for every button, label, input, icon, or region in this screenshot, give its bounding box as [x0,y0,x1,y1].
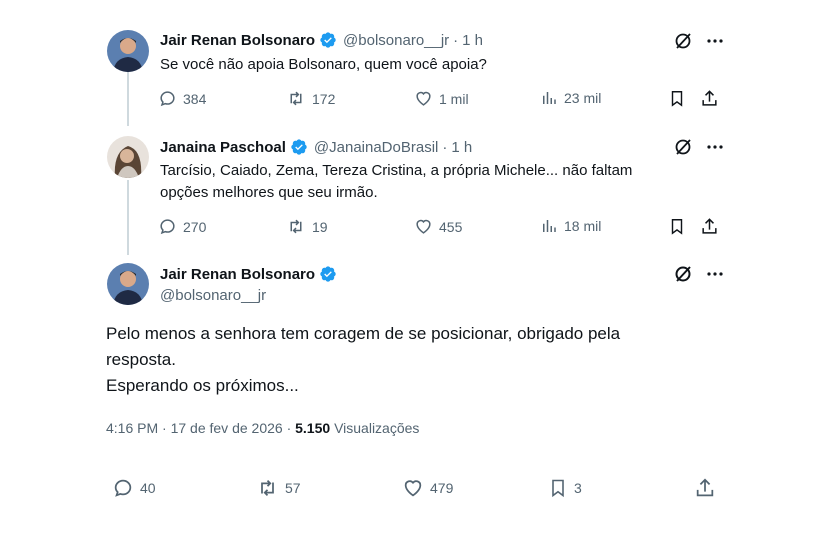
tweet-1-top-actions [673,31,725,51]
views-label: Visualizações [334,420,420,436]
analytics-icon [540,217,558,235]
author-name[interactable]: Jair Renan Bolsonaro [160,32,315,49]
tweet-2-text: Tarcísio, Caiado, Zema, Tereza Cristina,… [160,160,632,204]
tweet-2-text-line-1: Tarcísio, Caiado, Zema, Tereza Cristina,… [160,162,633,179]
share-button[interactable] [694,477,716,499]
main-tweet-text-line-2: resposta. [106,350,176,369]
tweet-1-text: Se você não apoia Bolsonaro, quem você a… [160,56,487,73]
bookmark-button[interactable] [668,217,686,236]
verified-badge-icon [290,138,308,156]
main-tweet-text-line-3: Esperando os próximos... [106,376,299,395]
like-button[interactable]: 455 [414,217,462,236]
reply-icon [158,217,177,236]
like-button[interactable]: 479 [402,477,453,499]
author-name[interactable]: Jair Renan Bolsonaro [160,266,315,283]
tweet-2-header: Janaina Paschoal @JanainaDoBrasil · 1 h [160,138,472,156]
retweet-count: 19 [312,218,328,235]
heart-icon [414,89,433,108]
tweet-time[interactable]: 1 h [451,139,472,156]
tweet-1-actions: 384 172 1 mil 23 mil [158,89,728,111]
views-count: 5.150 [295,420,331,436]
reply-count: 40 [140,480,156,496]
avatar-jair-renan[interactable] [107,30,149,72]
grok-icon[interactable] [673,31,693,51]
main-tweet-header: Jair Renan Bolsonaro [160,265,343,283]
tweet-2-top-actions [673,137,725,157]
author-handle[interactable]: @bolsonaro__jr [160,287,266,304]
heart-icon [414,217,433,236]
main-tweet-text: Pelo menos a senhora tem coragem de se p… [106,321,706,399]
separator-dot: · [453,31,459,49]
avatar-jair-renan-main[interactable] [107,263,149,305]
retweet-icon [256,477,279,499]
tweet-2-actions: 270 19 455 18 mil [158,217,728,239]
views-count: 18 mil [564,218,602,234]
share-button[interactable] [700,217,719,236]
main-tweet-handle-row: @bolsonaro__jr [160,287,266,304]
retweet-button[interactable]: 19 [286,217,328,236]
reply-icon [112,477,134,499]
main-tweet-meta: 4:16 PM · 17 de fev de 2026 · 5.150 Visu… [106,420,419,436]
share-icon [700,89,719,108]
bookmark-icon [668,217,686,236]
main-tweet-top-actions [673,264,725,284]
author-name[interactable]: Janaina Paschoal [160,139,286,156]
avatar-janaina[interactable] [107,136,149,178]
reply-count: 384 [183,90,207,107]
author-handle[interactable]: @JanainaDoBrasil [314,139,438,156]
main-tweet-text-line-1: Pelo menos a senhora tem coragem de se p… [106,324,621,343]
bookmark-count: 3 [574,480,582,496]
verified-badge-icon [319,265,337,283]
like-count: 455 [439,218,463,235]
grok-icon[interactable] [673,137,693,157]
bookmark-button[interactable] [668,89,686,108]
author-handle[interactable]: @bolsonaro__jr [343,32,449,49]
heart-icon [402,477,424,499]
more-icon[interactable] [705,137,725,157]
grok-icon[interactable] [673,264,693,284]
thread-line-1 [127,66,129,126]
separator-dot: · [442,138,448,156]
views-button[interactable]: 18 mil [540,217,601,235]
bookmark-icon [668,89,686,108]
reply-button[interactable]: 270 [158,217,206,236]
tweet-2-text-line-2: opções melhores que seu irmão. [160,184,378,201]
bookmark-button[interactable]: 3 [548,477,582,499]
tweet-time[interactable]: 1 h [462,32,483,49]
reply-button[interactable]: 40 [112,477,156,499]
reply-button[interactable]: 384 [158,89,206,108]
like-count: 1 mil [439,90,469,107]
reply-count: 270 [183,218,207,235]
like-count: 479 [430,480,454,496]
more-icon[interactable] [705,264,725,284]
analytics-icon [540,89,558,107]
share-icon [694,477,716,499]
main-tweet-actions: 40 57 479 3 [112,477,722,499]
retweet-count: 172 [312,90,336,107]
retweet-button[interactable]: 57 [256,477,301,499]
like-button[interactable]: 1 mil [414,89,469,108]
verified-badge-icon [319,31,337,49]
share-button[interactable] [700,89,719,108]
retweet-icon [286,89,306,108]
tweet-1-header: Jair Renan Bolsonaro @bolsonaro__jr · 1 … [160,31,483,49]
thread-line-2 [127,180,129,255]
timestamp[interactable]: 4:16 PM · 17 de fev de 2026 · [106,420,291,436]
share-icon [700,217,719,236]
views-count: 23 mil [564,90,602,106]
views-button[interactable]: 23 mil [540,89,601,107]
retweet-button[interactable]: 172 [286,89,335,108]
retweet-icon [286,217,306,236]
reply-icon [158,89,177,108]
bookmark-icon [548,477,568,499]
more-icon[interactable] [705,31,725,51]
retweet-count: 57 [285,480,301,496]
